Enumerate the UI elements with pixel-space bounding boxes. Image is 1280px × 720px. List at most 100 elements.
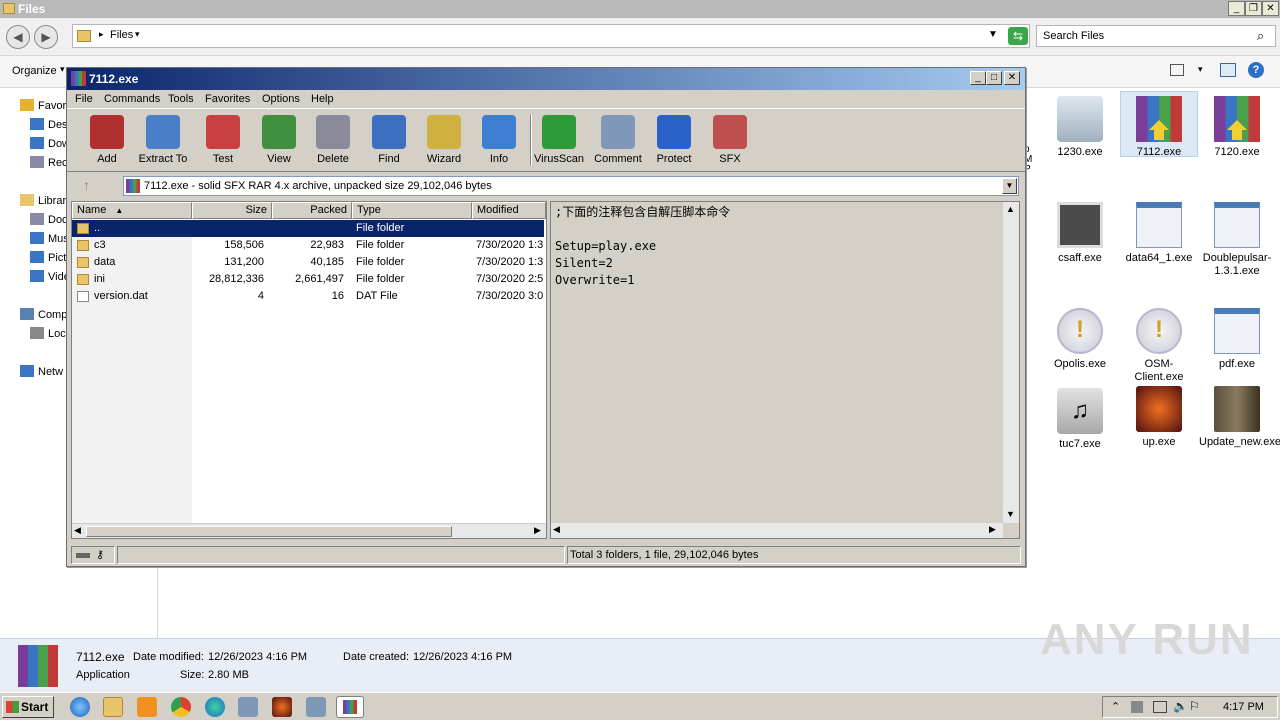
start-button[interactable]: Start (2, 696, 54, 718)
organize-button[interactable]: Organize (12, 65, 57, 77)
scroll-down-arrow[interactable]: ▼ (1006, 509, 1015, 519)
close-button[interactable]: ✕ (1262, 1, 1279, 16)
chrome-icon[interactable] (171, 697, 191, 717)
tray-expand-icon[interactable]: ⌃ (1111, 700, 1120, 713)
table-row[interactable]: c3 158,506 22,983 File folder 7/30/2020 1:3 (72, 237, 544, 254)
file-item-update-new[interactable]: Update_new.exe (1199, 386, 1280, 449)
volume-icon[interactable]: 🔈 (1173, 699, 1188, 713)
edge-icon[interactable] (205, 697, 225, 717)
file-item-data64[interactable]: data64_1.exe (1121, 202, 1197, 265)
taskbar-app-icon[interactable] (306, 697, 326, 717)
table-row[interactable]: .. File folder (72, 220, 544, 237)
nav-item[interactable]: Comp (20, 308, 67, 321)
winrar-taskbar-icon[interactable] (336, 696, 364, 718)
media-player-icon[interactable] (137, 697, 157, 717)
nav-item[interactable]: Netw (20, 365, 63, 378)
help-icon[interactable]: ? (1248, 62, 1264, 78)
menu-commands[interactable]: Commands (104, 93, 160, 105)
menu-options[interactable]: Options (262, 93, 300, 105)
taskbar-app-icon[interactable] (272, 697, 292, 717)
search-icon[interactable]: ⌕ (1257, 28, 1264, 44)
minimize-button[interactable]: _ (970, 71, 986, 85)
tool-info-button[interactable]: Info (471, 115, 527, 165)
scroll-thumb[interactable] (86, 526, 452, 537)
network-icon[interactable] (1153, 701, 1167, 713)
tool-extract-to-button[interactable]: Extract To (135, 115, 191, 165)
address-crumb[interactable]: Files (110, 29, 133, 41)
menu-favorites[interactable]: Favorites (205, 93, 250, 105)
file-item-pdf[interactable]: pdf.exe (1199, 308, 1275, 371)
nav-item[interactable]: Doc (30, 213, 68, 226)
nav-item[interactable]: Pict (30, 251, 66, 264)
file-item-1230[interactable]: 1230.exe (1042, 96, 1118, 159)
horizontal-scrollbar[interactable]: ◀ ▶ (72, 523, 546, 538)
tool-sfx-button[interactable]: SFX (702, 115, 758, 165)
column-header-size[interactable]: Size (192, 202, 272, 219)
tool-test-button[interactable]: Test (195, 115, 251, 165)
chevron-down-icon[interactable]: ▾ (135, 29, 140, 40)
scroll-left-arrow[interactable]: ◀ (553, 524, 560, 535)
dropdown-arrow-icon[interactable]: ▼ (1002, 178, 1017, 194)
dropdown-arrow-icon[interactable]: ▼ (988, 29, 998, 40)
horizontal-scrollbar[interactable]: ◀ ▶ (551, 523, 1003, 538)
chevron-right-icon[interactable]: ▸ (99, 29, 104, 40)
minimize-button[interactable]: _ (1228, 1, 1245, 16)
path-field[interactable]: 7112.exe - solid SFX RAR 4.x archive, un… (123, 176, 1019, 196)
maximize-button[interactable]: ❐ (1245, 1, 1262, 16)
file-item-7112[interactable]: 7112.exe (1120, 91, 1198, 158)
preview-pane-icon[interactable] (1220, 63, 1236, 77)
file-item-doublepulsar[interactable]: Doublepulsar-1.3.1.exe (1199, 202, 1275, 278)
search-input[interactable]: Search Files ⌕ (1036, 25, 1276, 47)
table-row[interactable]: ini 28,812,336 2,661,497 File folder 7/30/20… (72, 271, 544, 288)
scroll-right-arrow[interactable]: ▶ (989, 524, 996, 535)
table-row[interactable]: version.dat 4 16 DAT File 7/30/2020 3:0 (72, 288, 544, 305)
tool-protect-button[interactable]: Protect (646, 115, 702, 165)
tool-comment-button[interactable]: Comment (590, 115, 646, 165)
up-arrow-icon[interactable]: ↑ (83, 177, 90, 193)
tool-wizard-button[interactable]: Wizard (416, 115, 472, 165)
flag-icon[interactable]: ⚐ (1189, 699, 1200, 713)
vertical-scrollbar[interactable]: ▲ ▼ (1003, 202, 1019, 523)
menu-help[interactable]: Help (311, 93, 334, 105)
table-row[interactable]: data 131,200 40,185 File folder 7/30/2020 1:… (72, 254, 544, 271)
back-button[interactable]: ◀ (6, 25, 30, 49)
tool-delete-button[interactable]: Delete (305, 115, 361, 165)
view-options-icon[interactable] (1170, 64, 1184, 76)
scroll-up-arrow[interactable]: ▲ (1006, 204, 1015, 214)
file-item-tuc7[interactable]: ♫ tuc7.exe (1042, 388, 1118, 451)
nav-item[interactable]: Librar (20, 194, 66, 207)
column-header-name[interactable]: Name ▲ (72, 202, 192, 219)
maximize-button[interactable]: □ (986, 71, 1002, 85)
tool-add-button[interactable]: Add (79, 115, 135, 165)
forward-button[interactable]: ▶ (34, 25, 58, 49)
column-header-type[interactable]: Type (352, 202, 472, 219)
chevron-down-icon[interactable]: ▾ (60, 64, 65, 75)
file-item-osm-client[interactable]: ! OSM-Client.exe (1121, 308, 1197, 384)
clock[interactable]: 4:17 PM (1223, 701, 1264, 713)
scroll-left-arrow[interactable]: ◀ (74, 525, 81, 536)
close-button[interactable]: ✕ (1004, 71, 1020, 85)
file-item-csaff[interactable]: csaff.exe (1042, 202, 1118, 265)
key-icon[interactable]: ⚷ (96, 548, 104, 561)
column-header-modified[interactable]: Modified (472, 202, 546, 219)
nav-item[interactable]: Rec (30, 156, 68, 169)
address-bar[interactable]: ▸ Files ▾ ▼ (72, 24, 1030, 48)
menu-file[interactable]: File (75, 93, 93, 105)
explorer-icon[interactable] (103, 697, 123, 717)
menu-tools[interactable]: Tools (168, 93, 194, 105)
drive-icon[interactable] (76, 553, 90, 558)
taskbar-app-icon[interactable] (238, 697, 258, 717)
tool-view-button[interactable]: View (251, 115, 307, 165)
tool-virusscan-button[interactable]: VirusScan (531, 115, 587, 165)
nav-item[interactable]: Des (30, 118, 68, 131)
column-header-packed[interactable]: Packed (272, 202, 352, 219)
scroll-right-arrow[interactable]: ▶ (534, 525, 541, 536)
nav-item[interactable]: Mus (30, 232, 69, 245)
file-item-up[interactable]: up.exe (1121, 386, 1197, 449)
file-item-opolis[interactable]: ! Opolis.exe (1042, 308, 1118, 371)
nav-item[interactable]: Favori (20, 99, 69, 112)
ie-icon[interactable] (70, 697, 90, 717)
refresh-button[interactable]: ⇆ (1008, 27, 1028, 45)
chevron-down-icon[interactable]: ▾ (1198, 64, 1203, 75)
file-item-7120[interactable]: 7120.exe (1199, 96, 1275, 159)
